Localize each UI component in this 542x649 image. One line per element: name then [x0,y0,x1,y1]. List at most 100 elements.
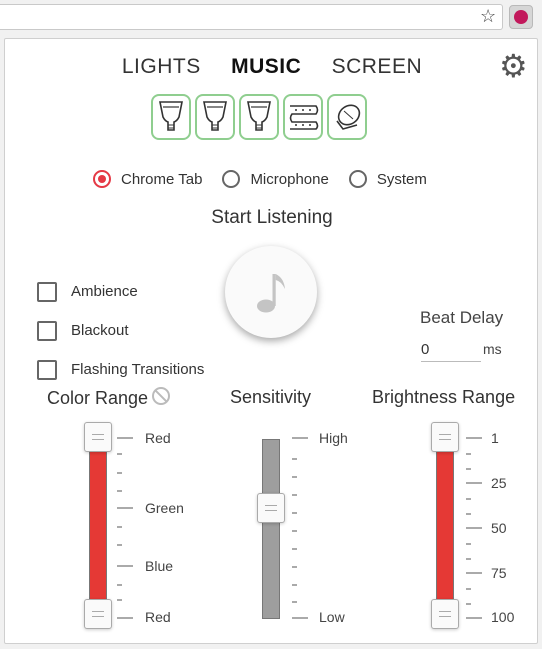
source-system[interactable]: System [348,170,427,188]
beat-delay-unit: ms [483,341,502,357]
scale-tick [466,558,471,560]
bulb-icon[interactable] [239,94,279,140]
color-range-title: Color Range [47,387,171,409]
radio-selected[interactable] [93,170,111,188]
scale-tick [466,437,482,439]
scale-tick [292,601,297,603]
scale-tick [466,603,471,605]
scale-tick [466,543,471,545]
scale-tick [117,565,133,567]
extension-popup: LIGHTS MUSIC SCREEN ⚙ Chrome Tab Microph… [4,38,538,644]
scale-tick [292,494,297,496]
source-label: Chrome Tab [121,170,203,188]
color-label-blue: Blue [145,558,174,574]
mode-tabs: LIGHTS MUSIC SCREEN [5,55,539,79]
scale-tick [292,617,308,619]
address-bar[interactable] [0,4,503,30]
scale-tick [117,453,122,455]
tab-music[interactable]: MUSIC [231,55,301,79]
checkbox[interactable] [37,281,57,302]
brightness-label-25: 25 [491,475,507,491]
radio-unselected[interactable] [348,170,367,188]
checkbox[interactable] [37,359,57,380]
color-range-end-handle[interactable] [84,599,112,629]
scale-tick [117,544,122,546]
brightness-label-100: 100 [491,609,515,625]
music-options: Ambience Blackout Flashing Transitions [37,272,204,389]
tab-screen[interactable]: SCREEN [332,55,423,79]
browser-toolbar: ☆ [0,0,542,34]
source-microphone[interactable]: Microphone [222,170,329,188]
sensitivity-title: Sensitivity [230,387,312,407]
color-label-green: Green [145,500,184,516]
brightness-range-end-handle[interactable] [431,599,459,629]
scale-tick [292,584,297,586]
scale-tick [117,437,133,439]
scale-tick [292,566,297,568]
beat-delay-input[interactable] [421,338,481,362]
disabled-icon[interactable] [152,387,171,405]
scale-tick [466,498,471,500]
scale-tick [117,490,122,492]
option-blackout[interactable]: Blackout [37,311,204,350]
radio-unselected[interactable] [222,170,241,188]
light-selector [151,94,367,140]
brightness-range-title: Brightness Range [372,387,516,407]
bulb-icon[interactable] [151,94,191,140]
sensitivity-label-low: Low [319,609,345,625]
sensitivity-track[interactable] [262,439,280,619]
scale-tick [292,512,297,514]
brightness-range-start-handle[interactable] [431,422,459,452]
tab-lights[interactable]: LIGHTS [122,55,201,79]
source-chrome-tab[interactable]: Chrome Tab [93,170,202,188]
scale-tick [466,617,482,619]
scale-tick [292,530,297,532]
scale-tick [292,548,297,550]
extension-logo [514,10,528,24]
option-label: Ambience [71,283,138,300]
option-ambience[interactable]: Ambience [37,272,204,311]
source-label: System [376,170,427,188]
hue-extension-icon[interactable] [509,5,533,29]
beat-delay-label: Beat Delay [420,308,504,327]
scale-tick [466,482,482,484]
audio-source-group: Chrome Tab Microphone System [93,170,447,188]
color-range-label: Color Range [47,388,149,408]
color-range-track[interactable] [89,434,107,614]
start-listening-label: Start Listening [211,207,333,228]
scale-tick [466,468,471,470]
scale-tick [117,617,133,619]
start-listening-button[interactable] [225,246,317,338]
sensitivity-handle[interactable] [257,493,285,523]
option-flashing-transitions[interactable]: Flashing Transitions [37,350,204,389]
checkbox[interactable] [37,320,57,341]
scale-tick [292,476,297,478]
gear-icon[interactable]: ⚙ [499,47,528,85]
scale-tick [117,584,122,586]
brightness-label-1: 1 [491,430,499,446]
scale-tick [466,588,471,590]
color-range-start-handle[interactable] [84,422,112,452]
color-label-red: Red [145,430,171,446]
option-label: Blackout [71,322,129,339]
scale-tick [117,507,133,509]
scale-tick [466,513,471,515]
scale-tick [292,458,297,460]
music-note-icon [257,274,285,313]
scale-tick [117,472,122,474]
sensitivity-label-high: High [319,430,348,446]
source-label: Microphone [250,170,329,188]
lamp-icon[interactable] [327,94,367,140]
scale-tick [292,437,308,439]
color-label-red-end: Red [145,609,171,625]
bulb-icon[interactable] [195,94,235,140]
scale-tick [466,527,482,529]
star-icon[interactable]: ☆ [480,6,496,27]
brightness-range-track[interactable] [436,434,454,614]
scale-tick [117,599,122,601]
brightness-label-75: 75 [491,565,507,581]
scale-tick [117,526,122,528]
brightness-label-50: 50 [491,520,507,536]
lightstrip-icon[interactable] [283,94,323,140]
option-label: Flashing Transitions [71,361,205,378]
